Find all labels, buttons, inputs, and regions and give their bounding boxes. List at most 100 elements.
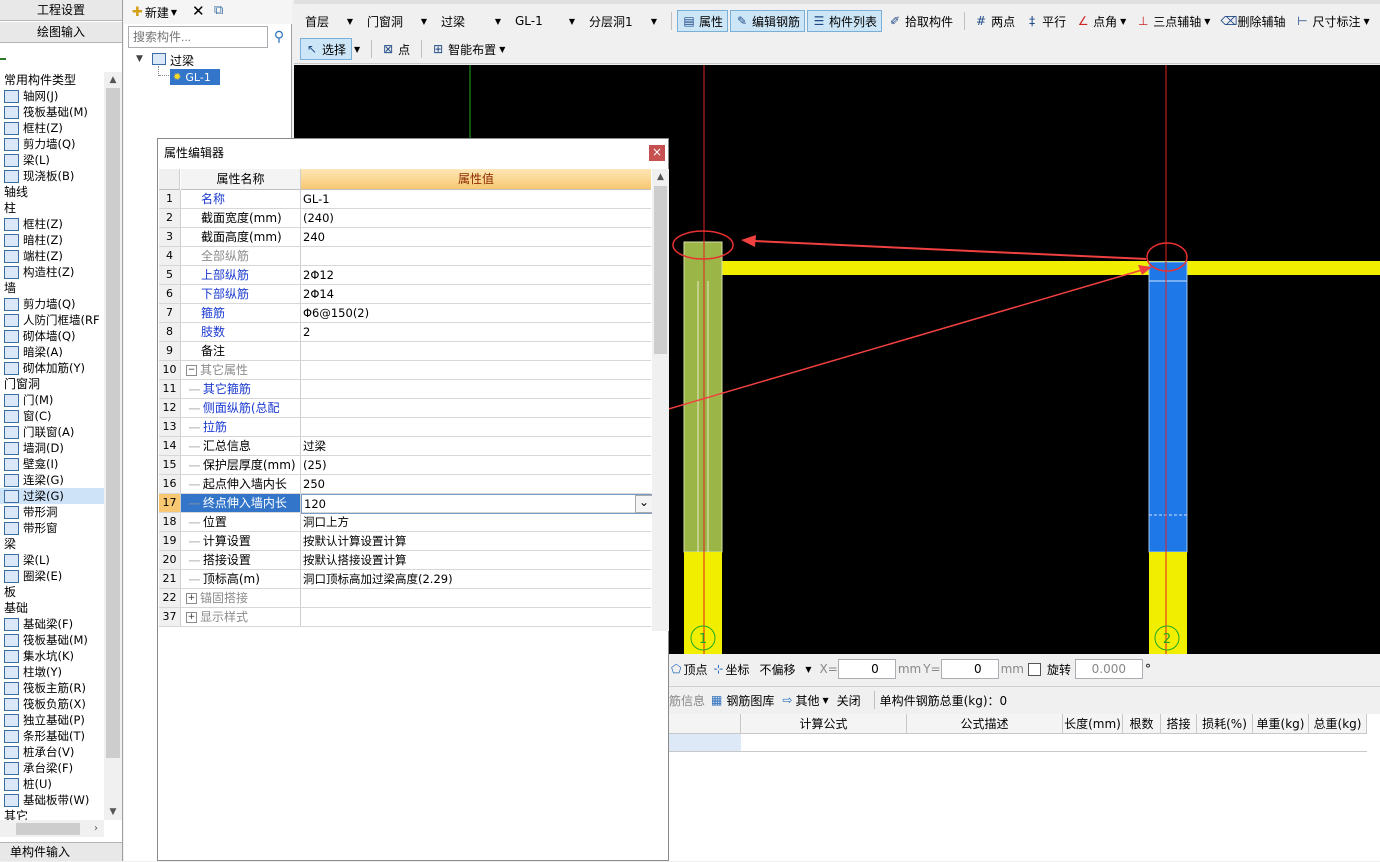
tree-item[interactable]: 壁龛(I) bbox=[0, 456, 104, 472]
chevron-down-icon[interactable]: ▼ bbox=[354, 45, 360, 54]
parallel-button[interactable]: ‡ 平行 bbox=[1021, 10, 1070, 32]
rotate-checkbox[interactable] bbox=[1027, 662, 1041, 676]
property-value-cell[interactable] bbox=[301, 608, 653, 626]
property-value-cell[interactable]: 过梁 bbox=[301, 437, 653, 455]
property-row[interactable]: 3 截面高度(mm) 240 bbox=[159, 228, 651, 247]
dialog-title[interactable]: 属性编辑器 bbox=[158, 139, 668, 167]
point-angle-button[interactable]: ∠ 点角 ▼ bbox=[1072, 10, 1130, 32]
tree-item[interactable]: 带形窗 bbox=[0, 520, 104, 536]
scroll-down-arrow-icon[interactable]: ▼ bbox=[104, 804, 122, 820]
property-row[interactable]: 7 箍筋 Φ6@150(2) bbox=[159, 304, 651, 323]
property-row[interactable]: 37 + 显示样式 bbox=[159, 608, 651, 627]
column-header[interactable]: 搭接 bbox=[1161, 714, 1197, 734]
property-name-cell[interactable]: ── 汇总信息 bbox=[181, 437, 301, 455]
properties-button[interactable]: ▤ 属性 bbox=[677, 10, 729, 32]
property-row[interactable]: 6 下部纵筋 2Φ14 bbox=[159, 285, 651, 304]
column-header[interactable]: 单重(kg) bbox=[1253, 714, 1309, 734]
tree-item[interactable]: 集水坑(K) bbox=[0, 648, 104, 664]
property-row[interactable]: 13 ── 拉筋 bbox=[159, 418, 651, 437]
column-header[interactable]: 根数 bbox=[1123, 714, 1161, 734]
tree-item[interactable]: 墙洞(D) bbox=[0, 440, 104, 456]
tab-drawing-input[interactable]: 绘图输入 bbox=[0, 22, 122, 43]
y-input[interactable]: 0 bbox=[940, 659, 999, 679]
tree-item[interactable]: 筏板基础(M) bbox=[0, 632, 104, 648]
rebar-info-tab[interactable]: 筋信息 bbox=[669, 692, 705, 709]
search-input[interactable] bbox=[128, 26, 268, 48]
x-input[interactable]: 0 bbox=[837, 659, 896, 679]
tree-category[interactable]: 常用构件类型 bbox=[0, 72, 104, 88]
property-row[interactable]: 1 名称 GL-1 bbox=[159, 190, 651, 209]
property-value-cell[interactable]: 洞口顶标高加过梁高度(2.29) bbox=[301, 570, 653, 588]
tree-scroll-thumb[interactable] bbox=[106, 88, 120, 758]
type-select[interactable]: 过梁 ▼ bbox=[436, 11, 506, 31]
tree-category[interactable]: 板 bbox=[0, 584, 104, 600]
tree-category[interactable]: 轴线 bbox=[0, 184, 104, 200]
tree-item[interactable]: 剪力墙(Q) bbox=[0, 136, 104, 152]
tree-item[interactable]: 带形洞 bbox=[0, 504, 104, 520]
tree-item[interactable]: 构造柱(Z) bbox=[0, 264, 104, 280]
other-button[interactable]: 其他 bbox=[795, 692, 819, 709]
column-header[interactable]: 公式描述 bbox=[907, 714, 1063, 734]
tree-item[interactable]: 圈梁(E) bbox=[0, 568, 104, 584]
property-value-cell[interactable] bbox=[301, 247, 653, 265]
tree-item[interactable]: 剪力墙(Q) bbox=[0, 296, 104, 312]
collapse-icon[interactable]: − bbox=[186, 365, 197, 376]
property-row[interactable]: 15 ── 保护层厚度(mm) (25) bbox=[159, 456, 651, 475]
property-row[interactable]: 17 ── 终点伸入墙内长 120 ⌄ bbox=[159, 494, 655, 514]
property-name-cell[interactable]: ── 侧面纵筋(总配 bbox=[181, 399, 301, 417]
lintel-beam[interactable] bbox=[722, 261, 1380, 275]
scroll-up-arrow-icon[interactable]: ▲ bbox=[104, 72, 122, 88]
tree-item[interactable]: 梁(L) bbox=[0, 552, 104, 568]
floor-select[interactable]: 首层 ▼ bbox=[300, 11, 358, 31]
property-name-cell[interactable]: 截面高度(mm) bbox=[181, 228, 301, 246]
property-row[interactable]: 12 ── 侧面纵筋(总配 bbox=[159, 399, 651, 418]
rebar-detail-grid[interactable]: 计算公式 公式描述 长度(mm) 根数 搭接 损耗(%) 单重(kg) 总重(k… bbox=[669, 714, 1380, 861]
tree-item[interactable]: 端柱(Z) bbox=[0, 248, 104, 264]
value-dropdown-icon[interactable]: ⌄ bbox=[635, 495, 653, 513]
select-button[interactable]: ↖ 选择 bbox=[300, 38, 352, 60]
three-point-aux-button[interactable]: ⊥ 三点辅轴 ▼ bbox=[1132, 10, 1214, 32]
tree-item[interactable]: 窗(C) bbox=[0, 408, 104, 424]
property-name-cell[interactable]: ── 拉筋 bbox=[181, 418, 301, 436]
tree-item[interactable]: 连梁(G) bbox=[0, 472, 104, 488]
tree-item[interactable]: 独立基础(P) bbox=[0, 712, 104, 728]
tree-category[interactable]: 墙 bbox=[0, 280, 104, 296]
tree-category[interactable]: 门窗洞 bbox=[0, 376, 104, 392]
tree-item[interactable]: 门联窗(A) bbox=[0, 424, 104, 440]
category-select[interactable]: 门窗洞 ▼ bbox=[362, 11, 432, 31]
edit-rebar-button[interactable]: ✎ 编辑钢筋 bbox=[730, 10, 806, 32]
property-value-cell[interactable]: 240 bbox=[301, 228, 653, 246]
tree-root-label[interactable]: 过梁 bbox=[170, 52, 194, 69]
property-row[interactable]: 21 ── 顶标高(m) 洞口顶标高加过梁高度(2.29) bbox=[159, 570, 651, 589]
tree-item[interactable]: 砌体墙(Q) bbox=[0, 328, 104, 344]
tree-hscroll-thumb[interactable] bbox=[16, 823, 80, 835]
dialog-scroll-thumb[interactable] bbox=[654, 186, 667, 354]
property-value-cell[interactable]: 按默认搭接设置计算 bbox=[301, 551, 653, 569]
tree-item[interactable]: 筏板负筋(X) bbox=[0, 696, 104, 712]
tree-category[interactable]: 其它 bbox=[0, 808, 104, 820]
tree-category[interactable]: 柱 bbox=[0, 200, 104, 216]
search-icon[interactable]: ⚲ bbox=[268, 26, 290, 48]
property-name-cell[interactable]: ── 起点伸入墙内长 bbox=[181, 475, 301, 493]
smart-layout-button[interactable]: ⊞ 智能布置 ▼ bbox=[427, 38, 509, 60]
property-row[interactable]: 14 ── 汇总信息 过梁 bbox=[159, 437, 651, 456]
property-value-cell[interactable]: 250 bbox=[301, 475, 653, 493]
coordinate-button[interactable]: 坐标 bbox=[726, 661, 750, 678]
delete-icon[interactable]: ✕ bbox=[192, 2, 205, 20]
column-header[interactable]: 计算公式 bbox=[741, 714, 907, 734]
property-name-cell[interactable]: 箍筋 bbox=[181, 304, 301, 322]
wall-segment-right[interactable] bbox=[1148, 261, 1188, 553]
wall-segment-left[interactable] bbox=[683, 241, 723, 553]
property-name-cell[interactable]: 上部纵筋 bbox=[181, 266, 301, 284]
property-value-cell[interactable]: 2Φ14 bbox=[301, 285, 653, 303]
property-name-cell[interactable]: 肢数 bbox=[181, 323, 301, 341]
tree-item[interactable]: 基础板带(W) bbox=[0, 792, 104, 808]
tree-item[interactable]: 框柱(Z) bbox=[0, 216, 104, 232]
property-name-cell[interactable]: 名称 bbox=[181, 190, 301, 208]
close-button[interactable]: 关闭 bbox=[837, 692, 861, 709]
column-header[interactable]: 损耗(%) bbox=[1197, 714, 1253, 734]
offset-select[interactable]: 不偏移 ▼ bbox=[756, 659, 816, 679]
layer-select[interactable]: 分层洞1 ▼ bbox=[584, 11, 662, 31]
tree-item[interactable]: 条形基础(T) bbox=[0, 728, 104, 744]
tree-item[interactable]: 基础梁(F) bbox=[0, 616, 104, 632]
